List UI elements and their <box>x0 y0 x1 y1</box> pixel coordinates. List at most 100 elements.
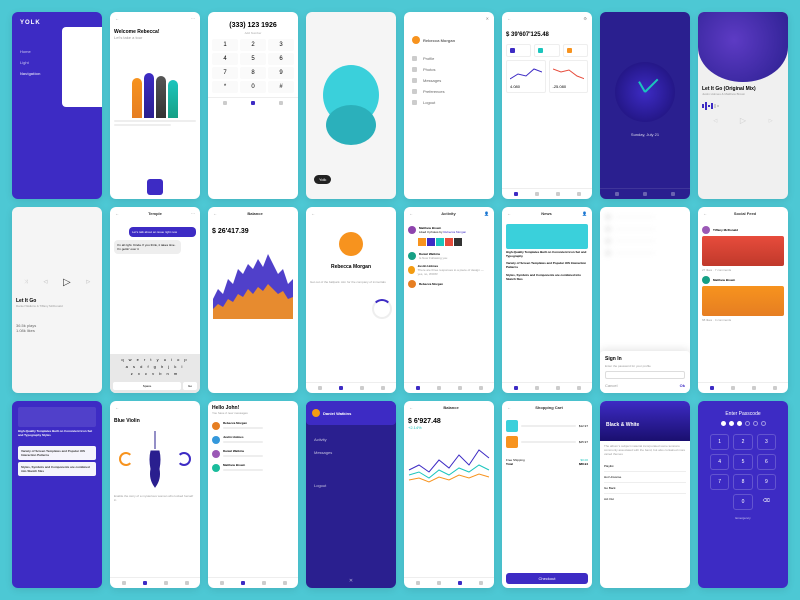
cancel-button[interactable]: Cancel <box>605 383 617 388</box>
menu-profile[interactable]: Profile <box>412 53 486 64</box>
post-img-1[interactable] <box>702 236 784 266</box>
pk-6[interactable]: 6 <box>757 454 776 470</box>
menu-drawer: ✕ Rebecca Morgan Profile Photos Messages… <box>404 12 494 199</box>
post-img-2[interactable] <box>702 286 784 316</box>
pk-4[interactable]: 4 <box>710 454 729 470</box>
art-h1[interactable]: High-Quality Templates Built on Consiste… <box>18 430 96 438</box>
balance-chart: ←Balance $ 26'417.39 <box>208 207 298 394</box>
menu-preferences[interactable]: Preferences <box>412 86 486 97</box>
chat-title: Temple <box>148 211 162 216</box>
album-menu: Black & White The album's subject materi… <box>600 401 690 588</box>
key-0[interactable]: 0 <box>240 81 266 93</box>
avatar <box>412 36 420 44</box>
key-3[interactable]: 3 <box>268 39 294 51</box>
menu-logout[interactable]: Logout <box>412 97 486 108</box>
gear-icon[interactable]: ⚙ <box>583 16 587 21</box>
clock-date: Sunday, July 21 <box>631 132 659 137</box>
stat-card-3[interactable] <box>563 44 588 57</box>
dd-logout[interactable]: Logout <box>314 479 388 492</box>
opt-back[interactable]: Go Back <box>604 483 686 494</box>
key-star[interactable]: * <box>212 81 238 93</box>
track2-likes: 1.08k likes <box>16 328 98 333</box>
news-h1[interactable]: High-Quality Templates Built on Consiste… <box>506 251 588 259</box>
next-icon[interactable]: ▷ <box>769 118 773 124</box>
close-icon[interactable]: ✕ <box>486 16 489 21</box>
pk-0[interactable]: 0 <box>733 494 752 510</box>
ok-button[interactable]: Ok <box>680 383 685 388</box>
checkout-button[interactable]: Checkout <box>506 573 588 584</box>
pk-9[interactable]: 9 <box>757 474 776 490</box>
close-icon[interactable]: ✕ <box>349 578 353 584</box>
cart-item[interactable]: $12.97 <box>506 418 588 434</box>
msg-item[interactable]: Daniel Watkins <box>212 447 294 461</box>
track-artist: Justin Holmes & Matthew Brown <box>702 92 784 96</box>
pk-5[interactable]: 5 <box>733 454 752 470</box>
emergency-link[interactable]: Emergency <box>702 516 784 520</box>
menu-messages[interactable]: Messages <box>412 75 486 86</box>
signin-title: Sign In <box>605 356 685 362</box>
chip-yolk[interactable]: Yolk <box>314 175 331 184</box>
bal-amount: $ 6'927.48 <box>408 418 490 425</box>
key-hash[interactable]: # <box>268 81 294 93</box>
progress-ring <box>372 299 392 319</box>
messages: Hello John! You have 2 new messages Rebe… <box>208 401 298 588</box>
signin-modal: Sign In Enter the password for your prof… <box>600 207 690 394</box>
album-title: Black & White <box>606 422 684 428</box>
dd-activity[interactable]: Activity <box>314 433 388 446</box>
social-title: Social Feed <box>734 211 756 216</box>
key-7[interactable]: 7 <box>212 67 238 79</box>
pattern-img <box>18 407 96 427</box>
shuffle-icon[interactable]: ⤨ <box>24 279 28 285</box>
prev-icon[interactable]: ◁ <box>43 279 47 285</box>
password-input[interactable] <box>605 371 685 379</box>
pk-7[interactable]: 7 <box>710 474 729 490</box>
prev-icon[interactable]: ◁ <box>713 118 717 124</box>
key-1[interactable]: 1 <box>212 39 238 51</box>
news-h3[interactable]: Styles, Symbols and Components are combi… <box>506 274 588 282</box>
msg-item[interactable]: Justin Holmes <box>212 433 294 447</box>
signin-sheet: Sign In Enter the password for your prof… <box>600 351 690 393</box>
key-9[interactable]: 9 <box>268 67 294 79</box>
backspace-icon[interactable]: ⌫ <box>757 494 776 510</box>
signin-hint: Enter the password for your profile <box>605 364 685 368</box>
violin-detail: ← Blue Violin Enable the story of a myst… <box>110 401 200 588</box>
play-icon[interactable]: ▷ <box>740 116 746 125</box>
dialer: (333) 123 1926 Add Number 1 2 3 4 5 6 7 … <box>208 12 298 199</box>
key-6[interactable]: 6 <box>268 53 294 65</box>
chat: ←Temple⋯ Let's talk about an issue right… <box>110 207 200 394</box>
next-icon[interactable]: ▷ <box>86 279 90 285</box>
music-player: Let It Go (Original Mix) Justin Holmes &… <box>698 12 788 199</box>
stat-card-2[interactable] <box>534 44 559 57</box>
menu-photos[interactable]: Photos <box>412 64 486 75</box>
finance-dashboard: ←⚙ $ 39'607'125.48 4.080 -25.080 <box>502 12 592 199</box>
greeting-sub: Let's take a tour <box>114 35 196 40</box>
stat-card-1[interactable] <box>506 44 531 57</box>
key-8[interactable]: 8 <box>240 67 266 79</box>
key-5[interactable]: 5 <box>240 53 266 65</box>
passcode-dots <box>702 417 784 430</box>
pk-1[interactable]: 1 <box>710 434 729 450</box>
violin-icon <box>143 429 167 489</box>
pk-2[interactable]: 2 <box>733 434 752 450</box>
key-2[interactable]: 2 <box>240 39 266 51</box>
keyboard[interactable]: q w e r t y u i o pa s d f g h j k lz x … <box>110 354 200 380</box>
opt-hot[interactable]: Hot Universe <box>604 472 686 483</box>
news-feed: ←News👤 High-Quality Templates Built on C… <box>502 207 592 394</box>
opt-act[interactable]: Act Out <box>604 494 686 504</box>
cart-item[interactable]: $25.97 <box>506 434 588 450</box>
pk-3[interactable]: 3 <box>757 434 776 450</box>
next-button[interactable] <box>147 179 163 195</box>
pk-8[interactable]: 8 <box>733 474 752 490</box>
msg-item[interactable]: Rebecca Morgan <box>212 419 294 433</box>
key-4[interactable]: 4 <box>212 53 238 65</box>
dd-messages[interactable]: Messages <box>314 446 388 459</box>
news-h2[interactable]: Variety of Screen Templates and Popular … <box>506 262 588 270</box>
onboarding: ←⋯ Welcome Rebecca! Let's take a tour <box>110 12 200 199</box>
cart: ←Shopping Cart $12.97 $25.97 Free Shippi… <box>502 401 592 588</box>
msg-item[interactable]: Matthew Brown <box>212 461 294 475</box>
violin-caption: Enable the story of a mysterious woman w… <box>114 494 196 502</box>
clock-face <box>615 62 675 122</box>
play-icon[interactable]: ▷ <box>63 277 71 288</box>
stat-v1: 4.080 <box>510 84 542 89</box>
opt-playlist[interactable]: Playlist <box>604 461 686 472</box>
